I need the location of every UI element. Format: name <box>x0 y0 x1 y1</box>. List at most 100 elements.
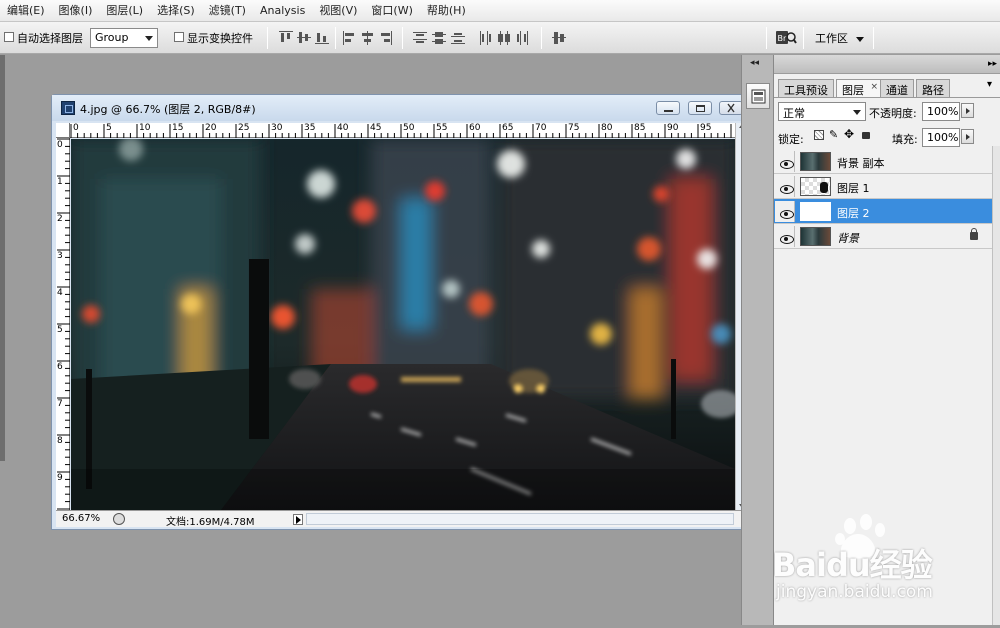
layer-row-selected[interactable]: 图层 2 <box>774 199 994 224</box>
close-icon[interactable]: × <box>870 82 878 92</box>
menu-layer[interactable]: 图层(L) <box>99 0 150 22</box>
layer-row[interactable]: 背景 <box>774 224 994 249</box>
menu-analysis[interactable]: Analysis <box>253 0 312 22</box>
opacity-value: 100% <box>927 105 959 118</box>
tab-channels[interactable]: 通道 <box>880 79 914 97</box>
watermark-brand: Baidu经验 <box>772 546 933 584</box>
zoom-level[interactable]: 66.67% <box>62 513 100 524</box>
ruler-label: 8 <box>57 436 63 446</box>
layer-row[interactable]: 背景 副本 <box>774 149 994 174</box>
fill-value: 100% <box>927 131 959 144</box>
menu-window[interactable]: 窗口(W) <box>364 0 419 22</box>
align-right-icon[interactable] <box>379 31 393 45</box>
align-bottom-icon[interactable] <box>315 31 329 45</box>
ruler-label: 0 <box>73 123 79 133</box>
align-top-icon[interactable] <box>279 31 293 45</box>
close-icon <box>727 103 735 113</box>
tab-layers[interactable]: 图层 × <box>836 79 883 98</box>
horizontal-scrollbar[interactable] <box>306 513 734 525</box>
vertical-ruler[interactable]: 0 1 2 3 4 5 6 7 8 9 <box>56 138 70 510</box>
lock-all-icon[interactable] <box>862 132 870 139</box>
chevron-down-icon <box>853 110 861 115</box>
visibility-toggle[interactable] <box>775 151 795 172</box>
maximize-button[interactable] <box>688 101 712 115</box>
align-vcenter-icon[interactable] <box>297 31 311 45</box>
ruler-label: 95 <box>700 123 712 133</box>
expand-panel-icon[interactable]: ▸▸ <box>988 59 997 69</box>
watermark-url: jingyan.baidu.com <box>776 582 933 602</box>
layer-row[interactable]: 图层 1 <box>774 174 994 199</box>
fill-slider-button[interactable] <box>961 129 974 144</box>
fill-input[interactable]: 100% <box>922 128 960 147</box>
menu-view[interactable]: 视图(V) <box>312 0 364 22</box>
ruler-label: 40 <box>337 123 349 133</box>
tab-divider <box>774 97 1000 98</box>
visibility-toggle[interactable] <box>775 226 795 247</box>
lock-label: 锁定: <box>778 133 804 146</box>
document-title-bar[interactable]: 4.jpg @ 66.7% (图层 2, RGB/8#) <box>52 95 747 121</box>
auto-select-label: 自动选择图层 <box>17 32 83 45</box>
toolbar-divider <box>873 27 874 49</box>
ruler-label: 75 <box>568 123 580 133</box>
layer-name: 图层 1 <box>837 182 870 195</box>
document-window[interactable]: 4.jpg @ 66.7% (图层 2, RGB/8#) 0 5 10 15 2… <box>51 94 748 530</box>
lock-transparent-icon[interactable] <box>814 130 824 140</box>
layer-name: 背景 <box>837 232 859 245</box>
ruler-label: 15 <box>172 123 184 133</box>
menu-filter[interactable]: 滤镜(T) <box>202 0 253 22</box>
status-menu-icon[interactable] <box>113 513 125 525</box>
menu-edit[interactable]: 编辑(E) <box>0 0 52 22</box>
align-hcenter-icon[interactable] <box>361 31 375 45</box>
document-title: 4.jpg @ 66.7% (图层 2, RGB/8#) <box>80 103 256 116</box>
distribute-bottom-icon[interactable] <box>451 31 465 45</box>
show-transform-checkbox[interactable] <box>174 32 184 42</box>
distribute-right-icon[interactable] <box>515 31 529 45</box>
close-button[interactable] <box>719 101 743 115</box>
lock-image-icon[interactable]: ✎ <box>829 128 838 141</box>
layer-thumbnail <box>800 202 831 221</box>
svg-text:Br: Br <box>778 34 787 43</box>
bridge-icon[interactable]: Br <box>775 28 797 48</box>
auto-select-checkbox[interactable] <box>4 32 14 42</box>
menu-select[interactable]: 选择(S) <box>150 0 202 22</box>
ruler-label: 0 <box>57 140 63 150</box>
tab-layers-label: 图层 <box>842 84 864 97</box>
visibility-toggle[interactable] <box>775 176 795 197</box>
distribute-left-icon[interactable] <box>479 31 493 45</box>
ruler-label: 30 <box>271 123 283 133</box>
distribute-vcenter-icon[interactable] <box>432 31 446 45</box>
auto-select-dropdown[interactable]: Group <box>90 28 158 48</box>
baidu-watermark: Baidu经验 jingyan.baidu.com <box>768 512 1000 625</box>
blend-mode-value: 正常 <box>783 107 805 120</box>
lock-position-icon[interactable]: ✥ <box>844 127 854 141</box>
eye-icon <box>780 185 794 194</box>
auto-align-icon[interactable] <box>552 31 566 45</box>
workspace-menu[interactable]: 工作区 <box>815 30 864 46</box>
visibility-toggle[interactable] <box>775 201 795 222</box>
chevron-down-icon <box>145 36 153 41</box>
tab-paths[interactable]: 路径 <box>916 79 950 97</box>
tab-tool-presets[interactable]: 工具预设 <box>778 79 834 97</box>
panel-menu-icon[interactable]: ▾ <box>987 79 992 90</box>
eye-icon <box>780 210 794 219</box>
opacity-slider-button[interactable] <box>961 103 974 118</box>
collapse-panels-icon[interactable]: ◂◂ <box>750 58 759 68</box>
menu-image[interactable]: 图像(I) <box>52 0 100 22</box>
blend-mode-dropdown[interactable]: 正常 <box>778 102 866 121</box>
opacity-input[interactable]: 100% <box>922 102 960 121</box>
ruler-label: 9 <box>57 473 63 483</box>
distribute-top-icon[interactable] <box>413 31 427 45</box>
opacity-label: 不透明度: <box>869 107 917 120</box>
align-left-icon[interactable] <box>343 31 357 45</box>
minimize-button[interactable] <box>656 101 680 115</box>
menu-help[interactable]: 帮助(H) <box>420 0 473 22</box>
toolbar-divider <box>335 27 336 49</box>
panel-header: ▸▸ <box>774 55 1000 74</box>
distribute-hcenter-icon[interactable] <box>497 31 511 45</box>
horizontal-ruler[interactable]: 0 5 10 15 20 25 30 35 40 45 50 55 60 65 … <box>70 123 735 138</box>
ruler-origin[interactable] <box>56 123 70 138</box>
night-street-photo <box>71 139 735 510</box>
status-arrow-icon[interactable] <box>293 514 303 525</box>
navigator-panel-button[interactable] <box>746 83 770 109</box>
canvas-image[interactable] <box>71 139 735 510</box>
